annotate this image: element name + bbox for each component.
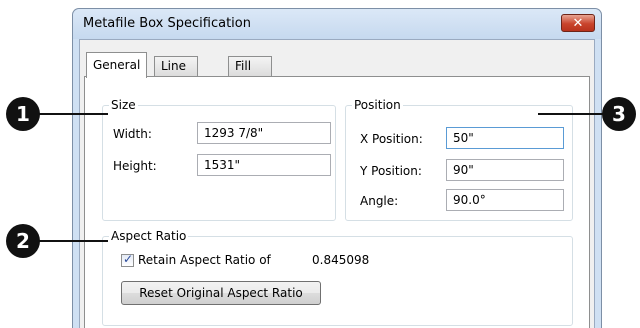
title-bar: Metafile Box Specification ✕ (73, 9, 601, 39)
callout-3: 3 (602, 97, 636, 131)
width-field[interactable]: 1293 7/8" (197, 122, 331, 144)
x-position-label: X Position: (360, 132, 423, 146)
retain-aspect-ratio-checkbox[interactable]: ✓ (121, 252, 134, 267)
checkmark-icon: ✓ (123, 252, 134, 266)
position-group-legend: Position (352, 98, 403, 112)
aspect-ratio-legend: Aspect Ratio (109, 229, 189, 243)
tab-general[interactable]: General (86, 52, 148, 78)
general-tab-panel: Size Width: 1293 7/8" Height: 1531" Posi… (84, 76, 590, 328)
width-label: Width: (113, 127, 152, 141)
size-group-legend: Size (109, 98, 138, 112)
height-field[interactable]: 1531" (197, 154, 331, 176)
size-group: Size Width: 1293 7/8" Height: 1531" (102, 98, 336, 221)
position-group: Position X Position: 50" Y Position: 90"… (345, 98, 573, 221)
tab-line-style[interactable]: Line Style (154, 56, 199, 91)
close-icon: ✕ (572, 15, 584, 31)
aspect-ratio-group: Aspect Ratio ✓ Retain Aspect Ratio of 0.… (102, 229, 573, 326)
tab-fill-style[interactable]: Fill Style (228, 56, 273, 91)
height-label: Height: (113, 159, 157, 173)
retain-aspect-ratio-label[interactable]: Retain Aspect Ratio of (138, 253, 271, 267)
metafile-box-dialog: Metafile Box Specification ✕ General Lin… (72, 8, 602, 328)
dialog-client-area: General Line Style Fill Style Size Width… (79, 39, 595, 328)
y-position-field[interactable]: 90" (446, 159, 564, 181)
x-position-field[interactable]: 50" (446, 127, 564, 149)
y-position-label: Y Position: (360, 164, 422, 178)
callout-1-leader (38, 113, 108, 115)
aspect-ratio-value: 0.845098 (312, 253, 370, 267)
angle-field[interactable]: 90.0° (446, 189, 564, 211)
callout-2: 2 (6, 224, 40, 258)
dialog-title: Metafile Box Specification (83, 16, 251, 31)
callout-3-leader (538, 113, 604, 115)
callout-1: 1 (6, 97, 40, 131)
callout-2-leader (38, 240, 108, 242)
reset-aspect-ratio-button[interactable]: Reset Original Aspect Ratio (121, 281, 321, 305)
close-button[interactable]: ✕ (561, 14, 595, 32)
angle-label: Angle: (360, 194, 399, 208)
